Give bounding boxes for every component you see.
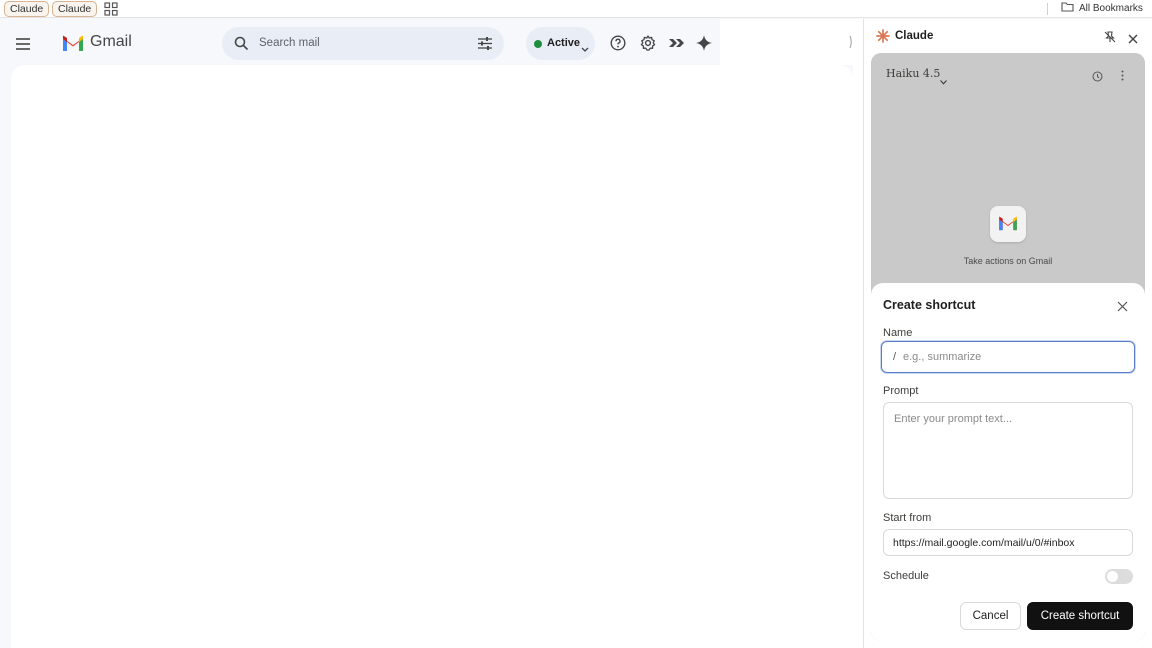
toggle-knob (1107, 571, 1118, 582)
slash-prefix: / (893, 351, 897, 363)
chevron-down-icon (581, 40, 589, 52)
search-input[interactable]: Search mail (259, 37, 320, 49)
gmail-app: Gmail Search mail Active (0, 19, 863, 648)
history-icon[interactable] (1092, 69, 1103, 82)
claude-logo-icon (876, 29, 890, 43)
schedule-label: Schedule (883, 570, 929, 582)
name-label: Name (883, 327, 913, 339)
gmail-app-tile (990, 206, 1026, 242)
schedule-toggle[interactable] (1105, 569, 1133, 584)
chevron-down-icon[interactable] (940, 72, 947, 85)
status-selector[interactable]: Active (526, 27, 595, 60)
claude-panel: Claude Haiku 4.5 Take actions on Gmail C… (864, 19, 1152, 648)
apps-grid-icon[interactable] (104, 2, 118, 16)
bookmarks-bar: Claude Claude All Bookmarks (0, 0, 1152, 18)
search-icon[interactable] (234, 36, 249, 51)
gemini-icon[interactable] (696, 35, 712, 51)
help-icon[interactable] (610, 35, 626, 51)
bookmark-claude-1[interactable]: Claude (4, 1, 50, 17)
modal-title: Create shortcut (883, 298, 976, 312)
create-shortcut-button[interactable]: Create shortcut (1027, 602, 1133, 630)
gmail-logo-icon[interactable] (62, 35, 84, 52)
claude-header: Claude (864, 19, 1152, 53)
prompt-textarea[interactable]: Enter your prompt text... (883, 402, 1133, 499)
left-gutter (0, 65, 11, 648)
mail-content-area[interactable] (11, 65, 853, 648)
filter-icon[interactable] (478, 37, 492, 50)
status-label: Active (547, 37, 581, 49)
folder-icon (1061, 1, 1074, 17)
search-bar[interactable]: Search mail (222, 27, 504, 60)
claude-title: Claude (895, 30, 934, 42)
bookmarks-separator (1047, 3, 1048, 15)
bookmark-claude-2[interactable]: Claude (52, 1, 98, 17)
model-selector[interactable]: Haiku 4.5 (886, 67, 940, 80)
prompt-label: Prompt (883, 385, 919, 397)
all-bookmarks-label: All Bookmarks (1079, 3, 1143, 14)
name-input[interactable]: / e.g., summarize (881, 341, 1135, 373)
right-gutter (853, 65, 863, 648)
menu-icon[interactable] (15, 37, 31, 51)
apps-script-icon[interactable] (668, 35, 684, 51)
close-icon[interactable] (1117, 299, 1128, 312)
header-blank-area (720, 19, 863, 65)
gmail-logo-icon (998, 216, 1018, 231)
unpin-icon[interactable] (1104, 30, 1116, 43)
close-icon[interactable] (1128, 31, 1138, 44)
prompt-placeholder: Enter your prompt text... (894, 413, 1012, 425)
claude-body: Haiku 4.5 Take actions on Gmail Create s… (871, 53, 1145, 641)
create-shortcut-modal: Create shortcut Name / e.g., summarize P… (871, 283, 1145, 641)
more-options-icon[interactable] (1121, 68, 1124, 81)
start-url-value: https://mail.google.com/mail/u/0/#inbox (893, 537, 1075, 549)
scroll-handle-icon[interactable] (849, 35, 853, 49)
gmail-title[interactable]: Gmail (90, 33, 132, 51)
cancel-button[interactable]: Cancel (960, 602, 1021, 630)
status-dot (534, 40, 542, 48)
start-url-input[interactable]: https://mail.google.com/mail/u/0/#inbox (883, 529, 1133, 556)
name-placeholder: e.g., summarize (903, 351, 982, 363)
all-bookmarks-button[interactable]: All Bookmarks (1061, 2, 1143, 16)
settings-icon[interactable] (640, 35, 656, 51)
caption-text: Take actions on Gmail (963, 256, 1053, 266)
start-from-label: Start from (883, 512, 932, 524)
